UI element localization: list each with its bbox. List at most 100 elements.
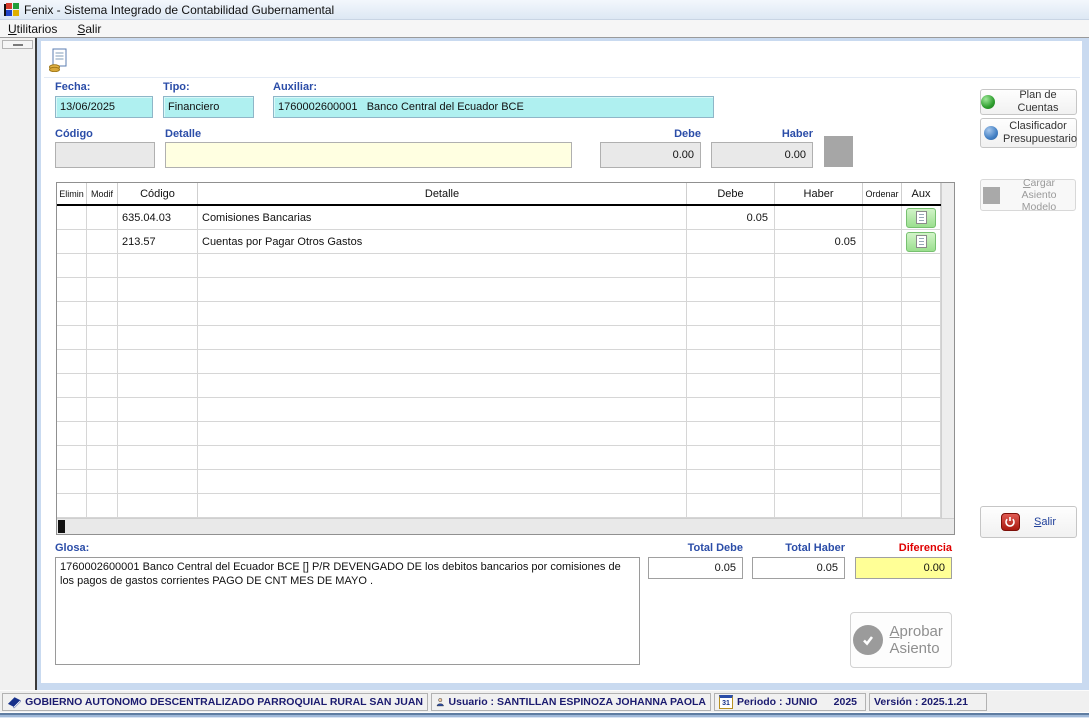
cell-ordenar[interactable] (863, 230, 902, 254)
cell-detalle[interactable] (198, 422, 687, 446)
cell-debe[interactable] (687, 494, 775, 518)
cell-detalle[interactable] (198, 302, 687, 326)
cell-detalle[interactable]: Comisiones Bancarias (198, 206, 687, 230)
cell-haber[interactable] (775, 374, 863, 398)
aux-button[interactable] (906, 232, 936, 252)
header-codigo[interactable]: Código (118, 183, 198, 204)
entry-action-button[interactable] (824, 136, 853, 167)
cell-debe[interactable] (687, 422, 775, 446)
cell-modif[interactable] (87, 206, 118, 230)
cell-haber[interactable]: 0.05 (775, 230, 863, 254)
detalle-input[interactable] (165, 142, 572, 168)
cell-elimin[interactable] (57, 230, 87, 254)
cell-codigo[interactable] (118, 494, 198, 518)
cell-ordenar[interactable] (863, 374, 902, 398)
cell-detalle[interactable] (198, 398, 687, 422)
header-ordenar[interactable]: Ordenar (863, 183, 902, 204)
table-row[interactable] (57, 278, 954, 302)
cell-modif[interactable] (87, 302, 118, 326)
cell-detalle[interactable] (198, 278, 687, 302)
cell-codigo[interactable] (118, 302, 198, 326)
table-row[interactable] (57, 374, 954, 398)
cell-modif[interactable] (87, 254, 118, 278)
table-row[interactable] (57, 350, 954, 374)
header-debe[interactable]: Debe (687, 183, 775, 204)
fecha-input[interactable]: 13/06/2025 (55, 96, 153, 118)
cell-codigo[interactable] (118, 422, 198, 446)
cell-debe[interactable] (687, 374, 775, 398)
aprobar-asiento-button[interactable]: Aprobar Asiento (850, 612, 952, 668)
clasificador-presupuestario-button[interactable]: Clasificador Presupuestario (980, 118, 1077, 148)
cell-debe[interactable] (687, 302, 775, 326)
cell-ordenar[interactable] (863, 254, 902, 278)
cell-ordenar[interactable] (863, 446, 902, 470)
cell-codigo[interactable]: 635.04.03 (118, 206, 198, 230)
cell-haber[interactable] (775, 254, 863, 278)
header-aux[interactable]: Aux (902, 183, 941, 204)
haber-input[interactable]: 0.00 (711, 142, 813, 168)
table-row[interactable] (57, 422, 954, 446)
cell-elimin[interactable] (57, 302, 87, 326)
cell-debe[interactable] (687, 278, 775, 302)
cell-modif[interactable] (87, 494, 118, 518)
cell-codigo[interactable] (118, 278, 198, 302)
cell-elimin[interactable] (57, 398, 87, 422)
cell-haber[interactable] (775, 422, 863, 446)
aux-button[interactable] (906, 208, 936, 228)
cell-haber[interactable] (775, 470, 863, 494)
salir-button[interactable]: Salir (980, 506, 1077, 538)
total-haber-input[interactable]: 0.05 (752, 557, 845, 579)
cell-debe[interactable] (687, 398, 775, 422)
auxiliar-input[interactable]: 1760002600001 Banco Central del Ecuador … (273, 96, 714, 118)
cell-ordenar[interactable] (863, 278, 902, 302)
cell-haber[interactable] (775, 278, 863, 302)
cell-detalle[interactable] (198, 254, 687, 278)
cell-elimin[interactable] (57, 278, 87, 302)
cell-elimin[interactable] (57, 422, 87, 446)
cell-detalle[interactable] (198, 446, 687, 470)
cell-detalle[interactable]: Cuentas por Pagar Otros Gastos (198, 230, 687, 254)
cell-modif[interactable] (87, 398, 118, 422)
cell-detalle[interactable] (198, 326, 687, 350)
cell-modif[interactable] (87, 350, 118, 374)
cell-codigo[interactable]: 213.57 (118, 230, 198, 254)
cell-detalle[interactable] (198, 350, 687, 374)
cell-debe[interactable]: 0.05 (687, 206, 775, 230)
cell-debe[interactable] (687, 446, 775, 470)
table-row[interactable] (57, 254, 954, 278)
cell-haber[interactable] (775, 326, 863, 350)
cell-codigo[interactable] (118, 398, 198, 422)
cell-ordenar[interactable] (863, 350, 902, 374)
cell-debe[interactable] (687, 470, 775, 494)
table-row[interactable] (57, 302, 954, 326)
cell-ordenar[interactable] (863, 494, 902, 518)
cell-modif[interactable] (87, 326, 118, 350)
table-row[interactable]: 213.57Cuentas por Pagar Otros Gastos 0.05 (57, 230, 954, 254)
cell-detalle[interactable] (198, 494, 687, 518)
cell-ordenar[interactable] (863, 326, 902, 350)
header-haber[interactable]: Haber (775, 183, 863, 204)
cell-ordenar[interactable] (863, 206, 902, 230)
diferencia-input[interactable]: 0.00 (855, 557, 952, 579)
cell-debe[interactable] (687, 254, 775, 278)
scrollbar-thumb[interactable] (58, 520, 65, 533)
table-row[interactable]: 635.04.03Comisiones Bancarias0.05 (57, 206, 954, 230)
cell-haber[interactable] (775, 446, 863, 470)
cell-ordenar[interactable] (863, 470, 902, 494)
debe-input[interactable]: 0.00 (600, 142, 701, 168)
header-elimin[interactable]: Elimin (57, 183, 87, 204)
cell-ordenar[interactable] (863, 422, 902, 446)
cell-elimin[interactable] (57, 206, 87, 230)
cell-elimin[interactable] (57, 254, 87, 278)
cell-detalle[interactable] (198, 374, 687, 398)
cell-modif[interactable] (87, 446, 118, 470)
menu-utilitarios[interactable]: Utilitarios (8, 22, 57, 36)
cell-codigo[interactable] (118, 350, 198, 374)
cell-modif[interactable] (87, 230, 118, 254)
cell-codigo[interactable] (118, 374, 198, 398)
cell-debe[interactable] (687, 326, 775, 350)
cell-modif[interactable] (87, 374, 118, 398)
table-row[interactable] (57, 326, 954, 350)
cell-elimin[interactable] (57, 350, 87, 374)
codigo-input[interactable] (55, 142, 155, 168)
